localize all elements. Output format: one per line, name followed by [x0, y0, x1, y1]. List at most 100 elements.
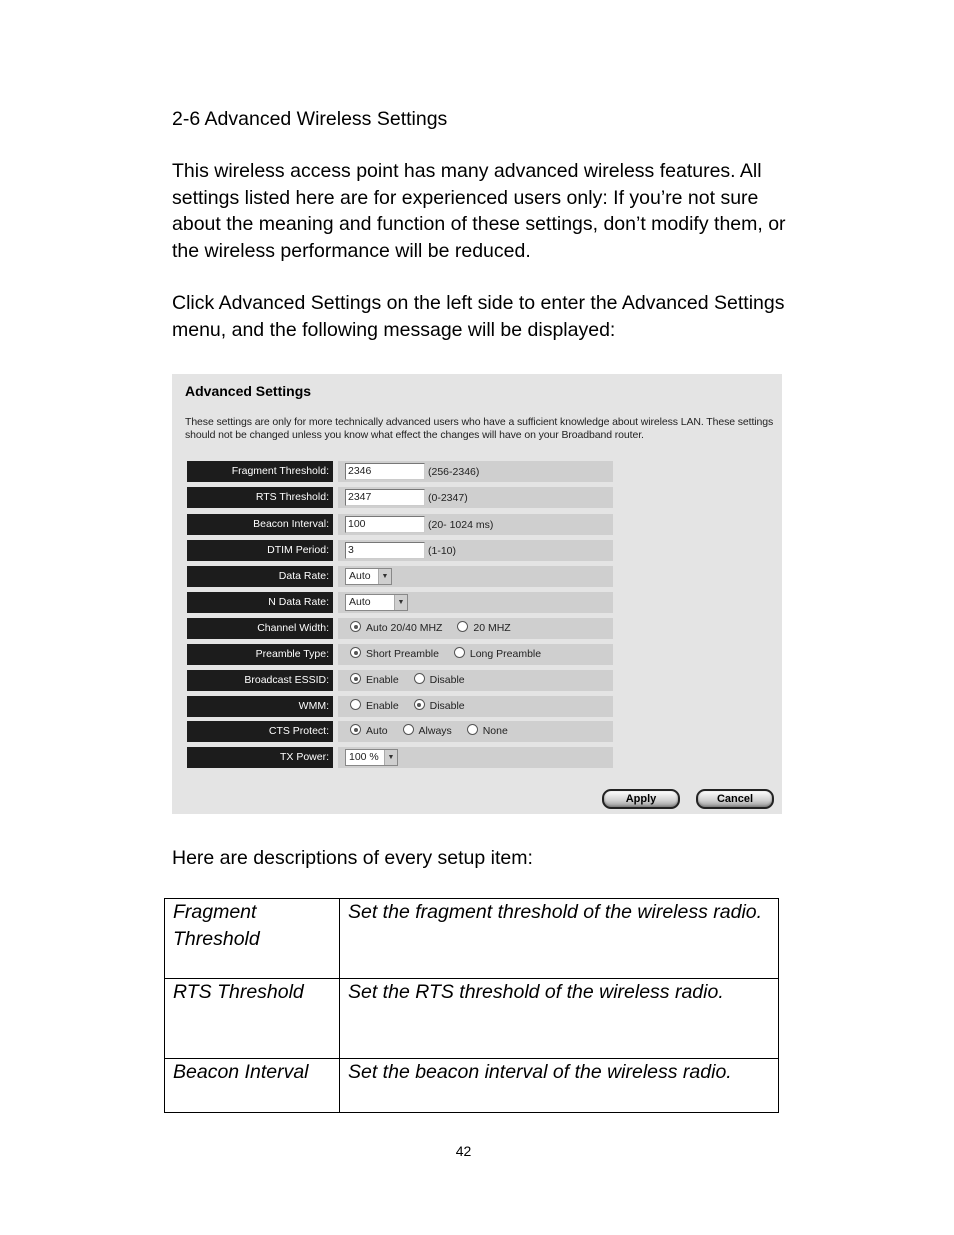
row-channel-width: Channel Width: Auto 20/40 MHZ 20 MHZ	[187, 618, 613, 639]
field-value-cell: 100 (20- 1024 ms)	[338, 514, 613, 535]
field-value-cell: Short Preamble Long Preamble	[338, 644, 613, 665]
intro-paragraph: This wireless access point has many adva…	[172, 160, 786, 262]
rts-threshold-input[interactable]: 2347	[345, 489, 425, 506]
row-broadcast-essid: Broadcast ESSID: Enable Disable	[187, 670, 613, 691]
item-description-cell: Set the RTS threshold of the wireless ra…	[339, 978, 779, 1059]
radio-short-preamble[interactable]: Short Preamble	[350, 644, 439, 665]
panel-description: These settings are only for more technic…	[185, 416, 774, 441]
field-label: RTS Threshold:	[187, 487, 333, 508]
item-name-cell: Beacon Interval	[164, 1058, 340, 1113]
item-name-cell: Fragment Threshold	[164, 898, 340, 979]
row-n-data-rate: N Data Rate: Auto ▼	[187, 592, 613, 613]
item-description-cell: Set the fragment threshold of the wirele…	[339, 898, 779, 979]
field-value-cell: 2346 (256-2346)	[338, 461, 613, 482]
field-hint: (0-2347)	[428, 492, 468, 504]
row-beacon-interval: Beacon Interval: 100 (20- 1024 ms)	[187, 514, 613, 535]
item-description-cell: Set the beacon interval of the wireless …	[339, 1058, 779, 1113]
field-value-cell: Auto Always None	[338, 721, 613, 742]
radio-label: None	[482, 725, 508, 737]
field-label: N Data Rate:	[187, 592, 333, 613]
field-label: DTIM Period:	[187, 540, 333, 561]
field-label: CTS Protect:	[187, 721, 333, 742]
radio-unselected-icon[interactable]	[457, 621, 469, 632]
radio-selected-icon[interactable]	[413, 699, 425, 710]
instruction-paragraph: Click Advanced Settings on the left side…	[172, 292, 785, 341]
row-rts-threshold: RTS Threshold: 2347 (0-2347)	[187, 487, 613, 508]
row-preamble-type: Preamble Type: Short Preamble Long Pream…	[187, 644, 613, 665]
cts-protect-radio-group: Auto Always None	[350, 721, 520, 742]
radio-essid-disable[interactable]: Disable	[413, 670, 465, 691]
field-hint: (20- 1024 ms)	[428, 519, 494, 531]
selected-value: Auto	[349, 570, 371, 582]
radio-cts-auto[interactable]: Auto	[350, 721, 388, 742]
field-label: Channel Width:	[187, 618, 333, 639]
field-label: TX Power:	[187, 747, 333, 768]
radio-selected-icon[interactable]	[350, 673, 361, 684]
field-label: WMM:	[187, 696, 333, 717]
descriptions-intro: Here are descriptions of every setup ite…	[172, 847, 533, 869]
field-value-cell: 3 (1-10)	[338, 540, 613, 561]
field-value-cell: Auto 20/40 MHZ 20 MHZ	[338, 618, 613, 639]
field-hint: (1-10)	[428, 545, 457, 557]
radio-unselected-icon[interactable]	[402, 724, 414, 735]
field-value-cell: 2347 (0-2347)	[338, 487, 613, 508]
broadcast-essid-radio-group: Enable Disable	[350, 670, 477, 691]
radio-cts-none[interactable]: None	[466, 721, 508, 742]
radio-label: Short Preamble	[366, 648, 439, 660]
radio-label: Always	[418, 725, 452, 737]
row-cts-protect: CTS Protect: Auto Always None	[187, 721, 613, 742]
beacon-interval-input[interactable]: 100	[345, 516, 425, 533]
radio-essid-enable[interactable]: Enable	[350, 670, 399, 691]
chevron-down-icon[interactable]: ▼	[384, 750, 397, 765]
channel-width-radio-group: Auto 20/40 MHZ 20 MHZ	[350, 618, 523, 639]
radio-label: Enable	[366, 700, 399, 712]
radio-channel-width-20[interactable]: 20 MHZ	[457, 618, 511, 639]
chevron-down-icon[interactable]: ▼	[394, 595, 407, 610]
field-value-cell: Auto ▼	[338, 592, 613, 613]
radio-label: Enable	[366, 674, 399, 686]
radio-label: Disable	[429, 674, 465, 686]
preamble-type-radio-group: Short Preamble Long Preamble	[350, 644, 553, 665]
field-value-cell: 100 % ▼	[338, 747, 613, 768]
radio-label: Long Preamble	[469, 648, 542, 660]
panel-title: Advanced Settings	[185, 383, 312, 399]
selected-value: Auto	[349, 596, 371, 608]
radio-wmm-enable[interactable]: Enable	[350, 696, 399, 717]
radio-channel-width-auto[interactable]: Auto 20/40 MHZ	[350, 618, 442, 639]
radio-unselected-icon[interactable]	[453, 647, 465, 658]
radio-unselected-icon[interactable]	[413, 673, 425, 684]
radio-long-preamble[interactable]: Long Preamble	[453, 644, 542, 665]
fragment-threshold-input[interactable]: 2346	[345, 463, 425, 480]
radio-cts-always[interactable]: Always	[402, 721, 452, 742]
section-heading: 2-6 Advanced Wireless Settings	[172, 108, 448, 130]
field-value-cell: Enable Disable	[338, 696, 613, 717]
tx-power-select[interactable]: 100 % ▼	[345, 749, 398, 766]
table-row: Beacon Interval Set the beacon interval …	[164, 1058, 779, 1113]
chevron-down-icon[interactable]: ▼	[378, 569, 391, 584]
wmm-radio-group: Enable Disable	[350, 696, 477, 717]
radio-selected-icon[interactable]	[350, 621, 361, 632]
cancel-button[interactable]: Cancel	[696, 789, 774, 809]
radio-wmm-disable[interactable]: Disable	[413, 696, 465, 717]
field-hint: (256-2346)	[428, 466, 480, 478]
field-value-cell: Auto ▼	[338, 566, 613, 587]
field-label: Broadcast ESSID:	[187, 670, 333, 691]
item-name-cell: RTS Threshold	[164, 978, 340, 1059]
radio-label: Auto 20/40 MHZ	[366, 622, 443, 634]
radio-unselected-icon[interactable]	[466, 724, 478, 735]
field-label: Data Rate:	[187, 566, 333, 587]
row-fragment-threshold: Fragment Threshold: 2346 (256-2346)	[187, 461, 613, 482]
radio-label: 20 MHZ	[473, 622, 511, 634]
field-value-cell: Enable Disable	[338, 670, 613, 691]
radio-unselected-icon[interactable]	[350, 699, 361, 710]
n-data-rate-select[interactable]: Auto ▼	[345, 594, 408, 611]
radio-selected-icon[interactable]	[350, 647, 361, 658]
data-rate-select[interactable]: Auto ▼	[345, 568, 392, 585]
table-row: RTS Threshold Set the RTS threshold of t…	[164, 978, 779, 1059]
dtim-period-input[interactable]: 3	[345, 542, 425, 559]
field-label: Fragment Threshold:	[187, 461, 333, 482]
row-wmm: WMM: Enable Disable	[187, 696, 613, 717]
radio-label: Auto	[366, 725, 388, 737]
apply-button[interactable]: Apply	[602, 789, 680, 809]
radio-selected-icon[interactable]	[350, 724, 361, 735]
